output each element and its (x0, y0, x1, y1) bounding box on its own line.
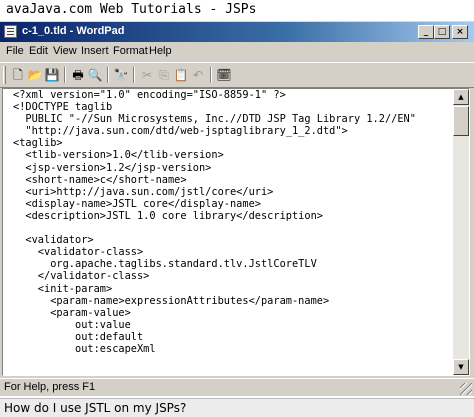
scroll-up-arrow-icon[interactable]: ▲ (453, 89, 469, 105)
page-header-title: avaJava.com Web Tutorials - JSPs (6, 2, 257, 17)
page-header: avaJava.com Web Tutorials - JSPs (0, 0, 474, 22)
status-bar: For Help, press F1 (0, 378, 474, 396)
document-line[interactable]: <param-name>expressionAttributes</param-… (13, 295, 329, 307)
document-line[interactable]: <param-value> (13, 307, 131, 319)
caption-bar: How do I use JSTL on my JSPs? (0, 398, 474, 417)
close-button[interactable]: × (452, 25, 468, 39)
scroll-thumb[interactable] (453, 106, 469, 136)
toolbar-separator (107, 67, 109, 83)
document-line[interactable]: out:escapeXml (13, 343, 156, 355)
document-line[interactable]: <tlib-version>1.0</tlib-version> (13, 149, 223, 161)
menu-file[interactable]: File (6, 45, 24, 57)
resize-grip[interactable] (460, 383, 472, 395)
wordpad-window: c-1_0.tld - WordPad _ □ × File Edit View… (0, 22, 474, 396)
menu-edit[interactable]: Edit (29, 45, 48, 57)
document-area[interactable]: <?xml version="1.0" encoding="ISO-8859-1… (2, 88, 470, 376)
document-line[interactable]: <jsp-version>1.2</jsp-version> (13, 162, 211, 174)
document-line[interactable]: <?xml version="1.0" encoding="ISO-8859-1… (13, 89, 286, 101)
document-line[interactable]: <validator-class> (13, 246, 143, 258)
find-icon[interactable]: 🔭 (111, 66, 131, 84)
insert-date-time-icon[interactable]: 🗓 (214, 66, 234, 84)
title-bar[interactable]: c-1_0.tld - WordPad _ □ × (0, 22, 474, 42)
document-line[interactable]: out:value (13, 319, 131, 331)
menu-help[interactable]: Help (149, 45, 172, 57)
toolbar-separator (210, 67, 212, 83)
window-title: c-1_0.tld - WordPad (22, 25, 125, 37)
caption-text: How do I use JSTL on my JSPs? (4, 401, 187, 415)
menu-bar: File Edit View Insert Format Help (0, 42, 474, 61)
document-line[interactable]: "http://java.sun.com/dtd/web-jsptaglibra… (13, 125, 347, 137)
wordpad-app-icon[interactable] (4, 25, 17, 38)
document-line[interactable]: <display-name>JSTL core</display-name> (13, 198, 261, 210)
toolbar-grip[interactable] (3, 66, 6, 84)
document-line[interactable]: PUBLIC "-//Sun Microsystems, Inc.//DTD J… (13, 113, 416, 125)
menu-insert[interactable]: Insert (81, 45, 109, 57)
document-line[interactable]: <short-name>c</short-name> (13, 174, 186, 186)
toolbar: 🗋 📂 💾 🖶 🔍 🔭 ✂ ⎘ 📋 ↶ 🗓 (0, 62, 474, 88)
toolbar-separator (64, 67, 66, 83)
document-line[interactable]: org.apache.taglibs.standard.tlv.JstlCore… (13, 258, 317, 270)
vertical-scrollbar[interactable]: ▲ ▼ (453, 89, 469, 375)
document-line[interactable]: <validator> (13, 234, 93, 246)
document-line[interactable]: <init-param> (13, 283, 112, 295)
undo-icon[interactable]: ↶ (188, 66, 208, 84)
document-line[interactable]: out:default (13, 331, 143, 343)
scroll-down-arrow-icon[interactable]: ▼ (453, 359, 469, 375)
toolbar-separator (133, 67, 135, 83)
print-preview-icon[interactable]: 🔍 (85, 66, 105, 84)
maximize-button[interactable]: □ (434, 25, 450, 39)
menu-format[interactable]: Format (113, 45, 148, 57)
document-line[interactable]: <!DOCTYPE taglib (13, 101, 112, 113)
menu-view[interactable]: View (53, 45, 77, 57)
document-line[interactable]: </validator-class> (13, 270, 150, 282)
save-icon[interactable]: 💾 (42, 66, 62, 84)
document-line[interactable]: <uri>http://java.sun.com/jstl/core</uri> (13, 186, 273, 198)
document-line[interactable]: <description>JSTL 1.0 core library</desc… (13, 210, 323, 222)
document-line[interactable]: <taglib> (13, 137, 63, 149)
document-text[interactable]: <?xml version="1.0" encoding="ISO-8859-1… (13, 89, 416, 355)
status-text: For Help, press F1 (4, 381, 96, 393)
minimize-button[interactable]: _ (418, 25, 434, 39)
